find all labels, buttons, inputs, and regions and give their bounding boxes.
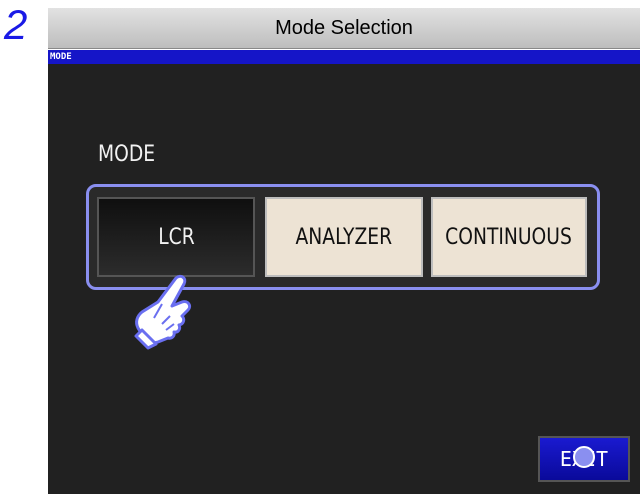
step-number: 2 — [4, 1, 28, 48]
analyzer-mode-button[interactable]: ANALYZER — [265, 197, 423, 277]
pointing-hand-icon — [134, 274, 192, 350]
screen-title-bar: MODE — [48, 50, 640, 64]
device-screen: MODE MODE LCR ANALYZER CONTINUOUS EXIT — [48, 50, 640, 494]
step-banner: Mode Selection — [48, 8, 640, 49]
lcr-mode-button[interactable]: LCR — [97, 197, 255, 277]
continuous-mode-button[interactable]: CONTINUOUS — [431, 197, 587, 277]
touch-indicator-icon — [573, 446, 595, 468]
analyzer-mode-label: ANALYZER — [295, 224, 393, 250]
mode-section-label: MODE — [98, 142, 156, 167]
lcr-mode-label: LCR — [157, 224, 195, 250]
continuous-mode-label: CONTINUOUS — [445, 224, 573, 250]
